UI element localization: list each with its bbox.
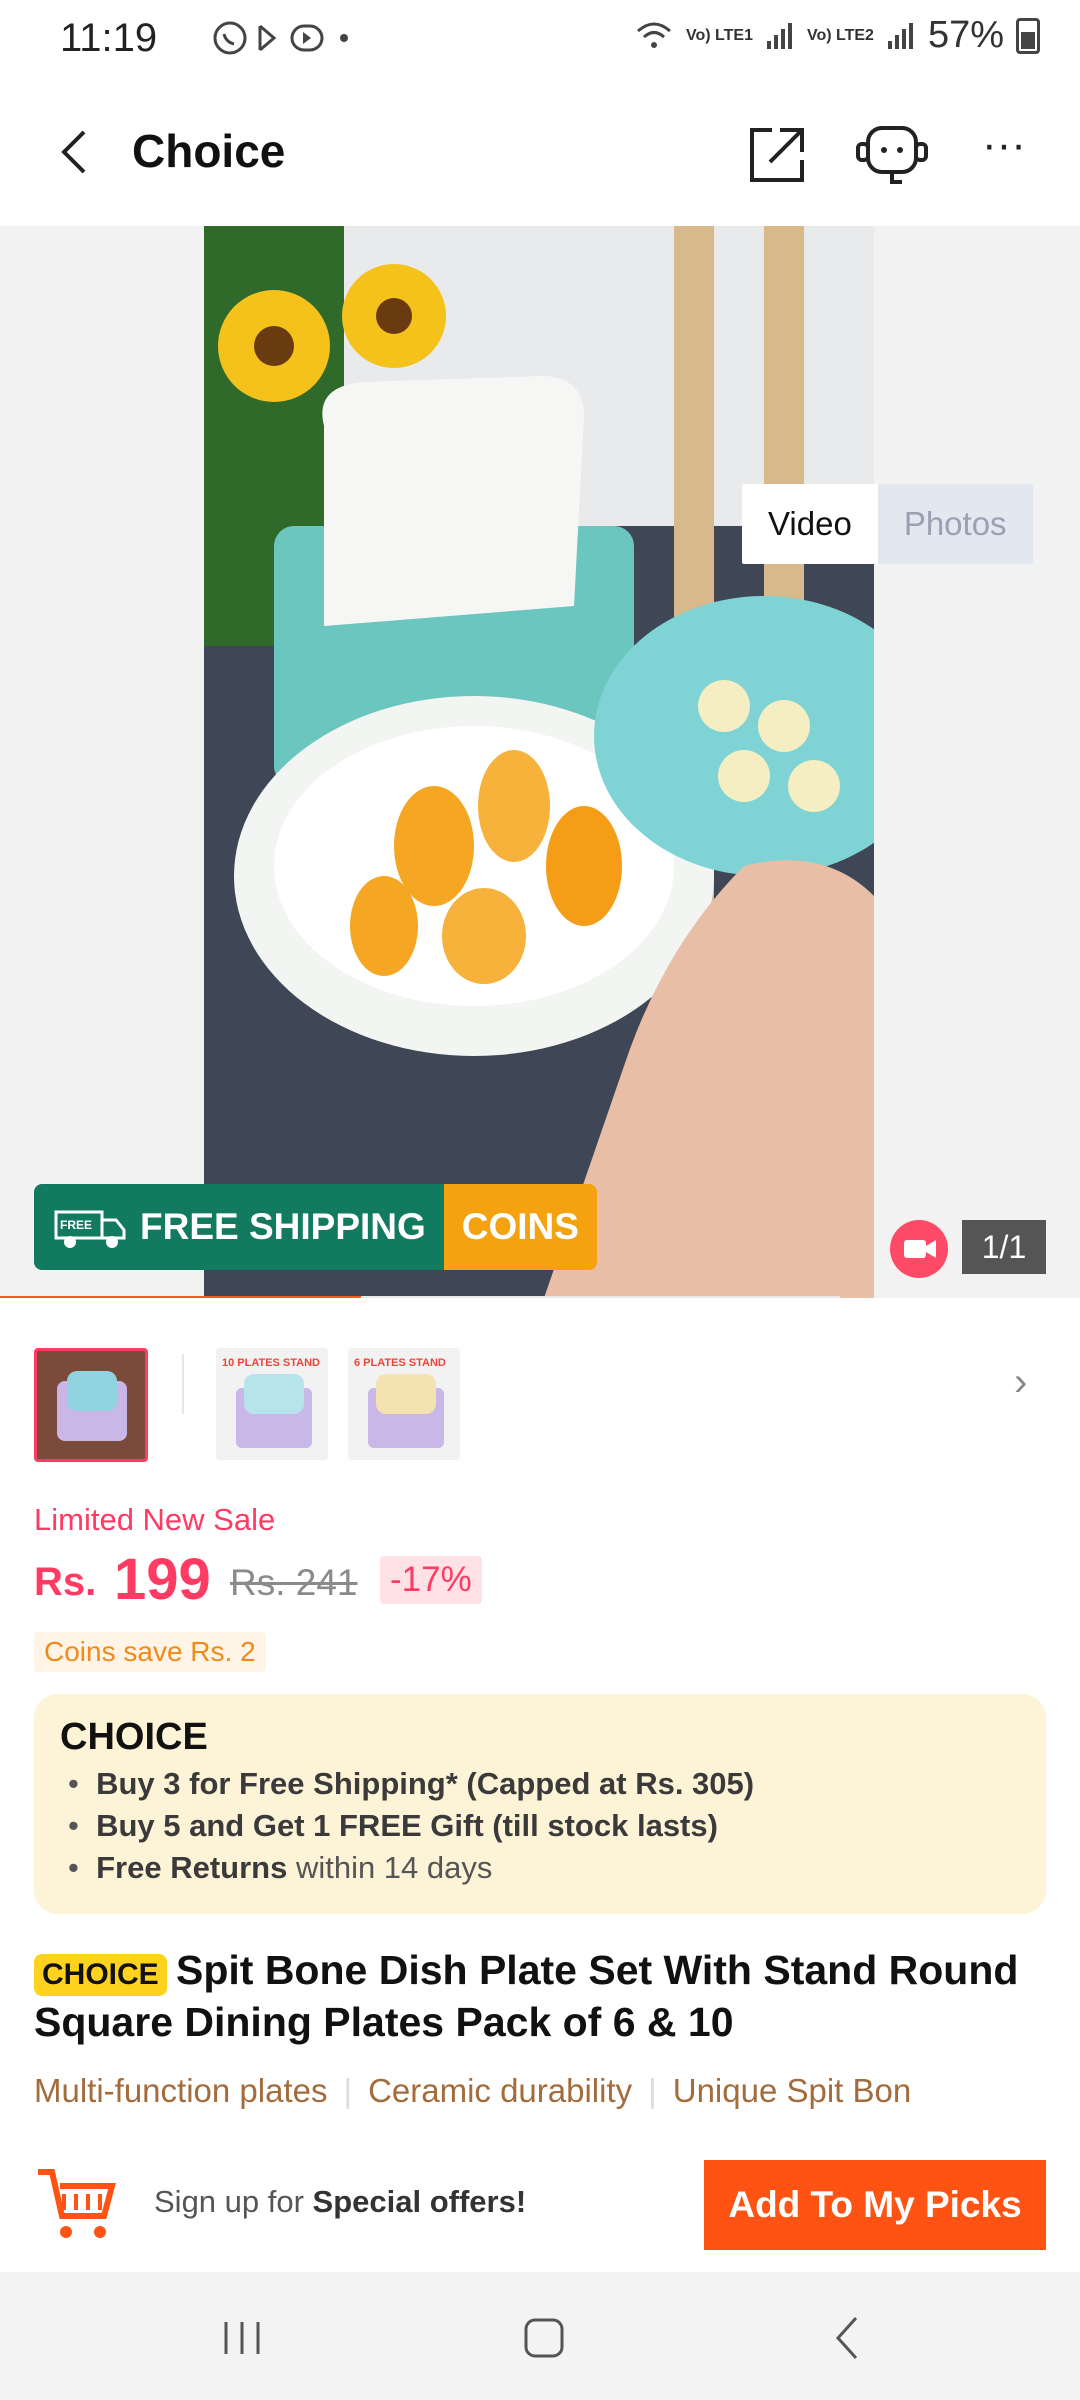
free-shipping-banner: FREE FREE SHIPPING COINS xyxy=(34,1184,597,1270)
price-currency: Rs. xyxy=(34,1560,97,1604)
more-icon: ··· xyxy=(982,120,1026,169)
thumbnail-1[interactable] xyxy=(34,1348,148,1462)
whatsapp-icon xyxy=(213,21,348,55)
status-right: Vo) LTE1 Vo) LTE2 57% xyxy=(634,14,1040,57)
delivery-truck-icon: FREE xyxy=(54,1210,126,1248)
coins-save-badge: Coins save Rs. 2 xyxy=(34,1632,266,1672)
free-tag: FREE xyxy=(60,1218,92,1232)
thumbnail-2[interactable]: 10 PLATES STAND xyxy=(216,1348,328,1460)
product-media[interactable]: Video Photos FREE FREE SHIPPING COINS 1/… xyxy=(0,226,1080,1298)
thumbnail-3[interactable]: 6 PLATES STAND xyxy=(348,1348,460,1460)
free-shipping-text: FREE SHIPPING xyxy=(140,1206,426,1247)
recent-apps-icon xyxy=(224,2322,260,2354)
chevron-right-icon[interactable]: › xyxy=(1014,1360,1027,1405)
share-icon xyxy=(750,128,804,182)
product-title: Spit Bone Dish Plate Set With Stand Roun… xyxy=(34,1947,1019,2045)
network-lte1: Vo) LTE1 xyxy=(686,26,753,44)
tab-photos[interactable]: Photos xyxy=(877,484,1033,564)
video-progress-fill xyxy=(0,1296,361,1298)
thumbnail-image: 6 PLATES STAND xyxy=(348,1348,460,1460)
cart-icon xyxy=(34,2162,120,2248)
video-camera-glyph xyxy=(904,1240,936,1258)
chatbot-icon xyxy=(856,126,928,184)
system-nav-bar xyxy=(0,2272,1080,2400)
app-header: Choice ··· xyxy=(0,80,1080,226)
bullet-bold: Free Returns xyxy=(96,1850,288,1885)
bullet-bold: Buy 5 and Get 1 FREE Gift (till stock la… xyxy=(96,1808,718,1843)
tab-video[interactable]: Video xyxy=(742,484,878,564)
choice-logo-text: CHOICE xyxy=(60,1716,208,1758)
battery-icon xyxy=(1016,17,1040,54)
notification-icons xyxy=(212,18,352,67)
choice-badge: CHOICE xyxy=(34,1954,167,1996)
more-options-button[interactable]: ··· xyxy=(982,123,1042,180)
thumbnail-divider xyxy=(182,1354,184,1414)
video-frame-image xyxy=(204,226,874,1298)
home-button[interactable] xyxy=(514,2308,574,2368)
discount-badge: -17% xyxy=(380,1556,482,1604)
choice-bullet-1: • Buy 3 for Free Shipping* (Capped at Rs… xyxy=(68,1766,755,1801)
feature-separator: | xyxy=(343,2072,353,2109)
feature-tag[interactable]: Unique Spit Bon xyxy=(673,2072,912,2109)
feature-tag[interactable]: Ceramic durability xyxy=(368,2072,632,2109)
choice-logo: CHOICE xyxy=(60,1716,208,1759)
bullet-rest: within 14 days xyxy=(287,1850,493,1885)
feature-separator: | xyxy=(648,2072,657,2109)
free-shipping-section: FREE FREE SHIPPING xyxy=(34,1184,444,1270)
thumbnail-label: 6 PLATES STAND xyxy=(354,1357,446,1369)
signup-text: Sign up for Special offers! xyxy=(154,2184,526,2220)
system-back-button[interactable] xyxy=(818,2308,878,2368)
signup-bar: Sign up for Special offers! Add To My Pi… xyxy=(0,2148,1080,2268)
status-time: 11:19 xyxy=(60,16,158,60)
battery-percent: 57% xyxy=(927,14,1004,56)
choice-bullet-2: • Buy 5 and Get 1 FREE Gift (till stock … xyxy=(68,1808,718,1843)
signup-offer: Special offers! xyxy=(312,2184,527,2219)
product-video[interactable] xyxy=(204,226,874,1298)
chevron-left-icon xyxy=(61,130,86,174)
thumbnail-image: 10 PLATES STAND xyxy=(216,1348,328,1460)
signup-prefix: Sign up for xyxy=(154,2184,313,2219)
wifi-icon xyxy=(637,22,671,48)
thumbnail-image xyxy=(37,1351,145,1459)
signal-icon xyxy=(887,22,913,49)
feature-tag[interactable]: Multi-function plates xyxy=(34,2072,327,2109)
price: 199 xyxy=(114,1547,211,1612)
shopping-cart-icon xyxy=(38,2169,116,2238)
bullet-bold: Buy 3 for Free Shipping* (Capped at Rs. … xyxy=(96,1766,755,1801)
choice-bullet-3: • Free Returns within 14 days xyxy=(68,1850,493,1885)
media-toggle: Video Photos xyxy=(742,484,1033,564)
recent-apps-button[interactable] xyxy=(212,2308,272,2368)
add-to-picks-button[interactable]: Add To My Picks xyxy=(704,2160,1046,2250)
customer-service-button[interactable] xyxy=(852,120,932,190)
back-icon xyxy=(835,2316,858,2360)
sale-label: Limited New Sale xyxy=(34,1502,276,1537)
choice-benefits[interactable]: CHOICE • Buy 3 for Free Shipping* (Cappe… xyxy=(34,1694,1046,1914)
feature-tags[interactable]: Multi-function plates | Ceramic durability… xyxy=(34,2072,1046,2110)
network-lte2: Vo) LTE2 xyxy=(806,26,874,44)
back-button[interactable] xyxy=(48,122,108,182)
video-camera-icon[interactable] xyxy=(890,1220,948,1278)
coins-section: COINS xyxy=(443,1184,597,1270)
signal-icon xyxy=(766,22,792,49)
home-icon xyxy=(524,2318,564,2358)
original-price: Rs. 241 xyxy=(230,1562,358,1603)
media-counter: 1/1 xyxy=(962,1220,1046,1274)
share-button[interactable] xyxy=(744,122,810,188)
thumbnail-strip: 10 PLATES STAND 6 PLATES STAND › xyxy=(0,1330,1080,1470)
thumbnail-label: 10 PLATES STAND xyxy=(222,1357,320,1369)
page-title: Choice xyxy=(132,125,286,177)
status-bar: 11:19 Vo) LTE1 Vo) LTE2 57% xyxy=(0,0,1080,80)
